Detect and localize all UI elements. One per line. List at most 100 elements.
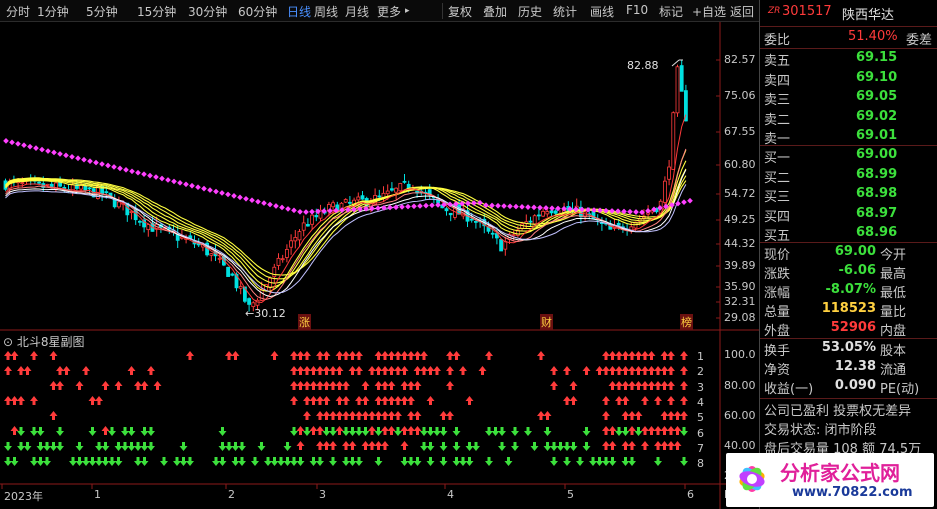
- toolbar-button-right-6[interactable]: 标记: [659, 3, 683, 20]
- up-arrow: [355, 411, 363, 420]
- magenta-dot: [507, 203, 513, 210]
- up-arrow: [147, 366, 155, 375]
- toolbar-button-left-4[interactable]: 30分钟: [188, 3, 227, 20]
- down-arrow: [550, 457, 558, 466]
- up-arrow: [10, 351, 19, 360]
- up-arrow: [660, 441, 669, 450]
- up-arrow: [654, 396, 662, 405]
- toolbar-button-left-6[interactable]: 日线: [287, 3, 311, 20]
- down-arrow: [569, 442, 578, 451]
- up-arrow: [361, 396, 370, 405]
- candle-body: [179, 236, 184, 239]
- up-arrow: [95, 396, 103, 405]
- down-arrow: [309, 457, 318, 466]
- candle-body: [175, 233, 180, 241]
- toolbar-button-right-7[interactable]: +自选: [692, 3, 726, 20]
- toolbar-button-left-7[interactable]: 周线: [314, 3, 338, 20]
- candle-body: [196, 243, 201, 246]
- magenta-dot: [663, 203, 669, 210]
- down-arrow: [439, 442, 448, 451]
- magenta-dot: [669, 202, 675, 208]
- up-arrow: [446, 381, 454, 390]
- candle-body: [75, 184, 79, 189]
- ma-line: [5, 177, 687, 276]
- candle-body: [406, 183, 411, 189]
- up-arrow: [680, 396, 688, 405]
- candle-body: [24, 179, 29, 182]
- down-arrow: [251, 457, 259, 466]
- up-arrow: [329, 381, 337, 390]
- down-arrow: [465, 442, 474, 451]
- candle-body: [37, 181, 41, 184]
- down-arrow: [433, 427, 441, 436]
- info-sector[interactable]: 元器件: [613, 40, 648, 54]
- stats-row: 现价 69.00 今开: [760, 244, 937, 263]
- candle-body: [58, 180, 62, 187]
- asks-row[interactable]: 卖一 69.01: [760, 128, 937, 147]
- bids-price: 69.00: [856, 147, 898, 162]
- asks-row[interactable]: 卖二 69.02: [760, 109, 937, 128]
- toolbar-button-left-0[interactable]: 分时: [6, 3, 30, 20]
- up-arrow: [628, 426, 636, 435]
- bids-row[interactable]: 买一 69.00: [760, 147, 937, 166]
- up-arrow: [407, 381, 415, 390]
- toolbar-button-right-2[interactable]: 历史: [518, 3, 542, 20]
- toolbar-button-right-1[interactable]: 叠加: [483, 3, 507, 20]
- stat-right-label: 最高: [880, 267, 907, 282]
- indicator-more-icon[interactable]: ◇: [676, 23, 685, 37]
- candle-body: [574, 205, 579, 212]
- toolbar-button-left-5[interactable]: 60分钟: [238, 3, 277, 20]
- up-arrow: [88, 396, 97, 405]
- toolbar-button-left-9[interactable]: 更多: [377, 3, 401, 20]
- toolbar-button-right-0[interactable]: 复权: [448, 3, 472, 20]
- asks-row[interactable]: 卖五 69.15: [760, 50, 937, 69]
- toolbar-button-right-5[interactable]: F10: [626, 3, 648, 17]
- magenta-dot: [75, 155, 81, 162]
- candle-body: [238, 286, 243, 289]
- down-arrow: [95, 457, 103, 466]
- candle-body: [91, 188, 96, 198]
- toolbar-button-left-1[interactable]: 1分钟: [37, 3, 69, 20]
- up-arrow: [465, 396, 474, 405]
- up-arrow: [654, 366, 662, 375]
- magenta-dot: [225, 191, 231, 198]
- magenta-dot: [111, 164, 117, 170]
- kline-chart[interactable]: [0, 0, 759, 509]
- toolbar-button-right-8[interactable]: 返回: [730, 3, 754, 20]
- toolbar-button-left-8[interactable]: 月线: [345, 3, 369, 20]
- bids-row[interactable]: 买四 68.97: [760, 206, 937, 225]
- bids-row[interactable]: 买五 68.96: [760, 225, 937, 244]
- down-arrow: [264, 457, 272, 466]
- down-arrow: [231, 442, 240, 451]
- down-arrow: [608, 457, 617, 466]
- magenta-dot: [39, 146, 45, 153]
- toolbar-button-right-4[interactable]: 画线: [590, 3, 614, 20]
- up-arrow: [322, 441, 331, 450]
- bids-row[interactable]: 买三 68.98: [760, 186, 937, 205]
- info-high: 高74.99: [136, 40, 181, 54]
- magenta-dot: [297, 208, 303, 215]
- candle-body: [587, 213, 592, 216]
- magenta-dot: [339, 207, 345, 213]
- y-tick-label: 82.57: [724, 53, 756, 66]
- candle-body: [469, 218, 474, 221]
- magenta-dot: [687, 197, 693, 204]
- up-arrow: [303, 396, 311, 405]
- down-arrow: [114, 442, 123, 451]
- magenta-dot: [489, 202, 495, 209]
- candle-body: [658, 200, 663, 214]
- asks-row[interactable]: 卖三 69.05: [760, 89, 937, 108]
- asks-row[interactable]: 卖四 69.10: [760, 70, 937, 89]
- up-arrow: [569, 396, 578, 405]
- up-arrow: [381, 411, 389, 420]
- sub-y-tick-label: 60.00: [724, 409, 756, 422]
- subchart-title-box[interactable]: ⊙ 北斗8星副图: [3, 333, 85, 350]
- bids-row[interactable]: 买二 68.99: [760, 167, 937, 186]
- toolbar-button-right-3[interactable]: 统计: [553, 3, 577, 20]
- toolbar-button-left-3[interactable]: 15分钟: [137, 3, 176, 20]
- up-arrow: [615, 366, 623, 375]
- candle-body: [301, 222, 306, 231]
- candle-body: [297, 231, 302, 241]
- toolbar-button-left-2[interactable]: 5分钟: [86, 3, 118, 20]
- down-arrow: [160, 457, 168, 466]
